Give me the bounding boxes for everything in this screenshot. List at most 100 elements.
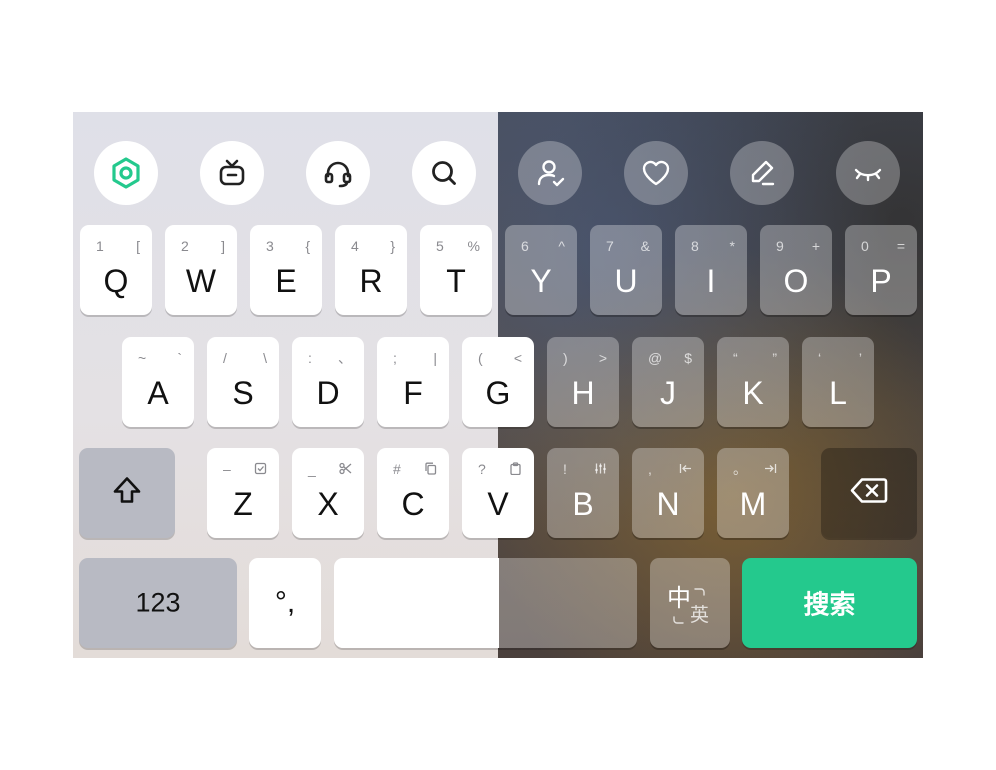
key-label: M xyxy=(739,486,767,522)
user-edit-icon[interactable] xyxy=(518,141,582,205)
search-icon[interactable] xyxy=(412,141,476,205)
key-symbol: 3 xyxy=(266,238,274,254)
key-a[interactable]: ~ ` A xyxy=(122,337,194,427)
key-symbol: } xyxy=(390,238,395,254)
key-k[interactable]: “ ” K xyxy=(717,337,789,427)
cursor-end-icon xyxy=(764,462,777,477)
key-b[interactable]: ! B xyxy=(547,448,619,538)
key-h[interactable]: ) > H xyxy=(547,337,619,427)
key-y[interactable]: 6 ^ Y xyxy=(505,225,577,315)
key-symbol: % xyxy=(467,238,480,254)
space-key[interactable] xyxy=(334,558,637,648)
headset-icon[interactable] xyxy=(306,141,370,205)
numbers-key[interactable]: 123 xyxy=(79,558,237,648)
key-label: X xyxy=(317,486,339,522)
key-s[interactable]: / \ S xyxy=(207,337,279,427)
key-symbol: 0 xyxy=(861,238,869,254)
search-key-label: 搜索 xyxy=(803,589,856,620)
key-label: H xyxy=(571,375,595,411)
pen-icon[interactable] xyxy=(730,141,794,205)
key-symbol: @ xyxy=(648,350,663,366)
key-symbol: { xyxy=(305,238,310,254)
key-symbol: + xyxy=(811,238,820,254)
shift-key[interactable] xyxy=(79,448,175,538)
key-symbol: 。 xyxy=(733,461,747,477)
key-symbol: ) xyxy=(563,350,568,366)
key-symbol: / xyxy=(223,350,227,366)
key-symbol: 、 xyxy=(338,350,352,366)
key-symbol: , xyxy=(648,461,652,477)
key-symbol: – xyxy=(223,461,231,477)
eye-closed-icon[interactable] xyxy=(836,141,900,205)
key-symbol: 2 xyxy=(181,238,189,254)
key-symbol: & xyxy=(640,238,650,254)
key-f[interactable]: ; | F xyxy=(377,337,449,427)
key-i[interactable]: 8 * I xyxy=(675,225,747,315)
punctuation-key-label: °, xyxy=(274,586,296,619)
key-symbol: : xyxy=(308,350,312,366)
key-symbol: 1 xyxy=(96,238,104,254)
key-c[interactable]: # C xyxy=(377,448,449,538)
switch-arrow-icon xyxy=(694,584,706,602)
key-n[interactable]: , N xyxy=(632,448,704,538)
heart-icon[interactable] xyxy=(624,141,688,205)
key-label: Y xyxy=(530,263,552,299)
switch-arrow-icon xyxy=(672,612,684,630)
key-w[interactable]: 2] W xyxy=(165,225,237,315)
key-symbol: # xyxy=(393,461,401,477)
key-label: A xyxy=(147,375,169,411)
key-label: C xyxy=(401,486,425,522)
key-label: U xyxy=(614,263,638,299)
key-o[interactable]: 9 + O xyxy=(760,225,832,315)
key-v[interactable]: ? V xyxy=(462,448,534,538)
key-symbol: 4 xyxy=(351,238,359,254)
language-primary-label: 中 xyxy=(667,585,691,612)
key-symbol: = xyxy=(896,238,905,254)
tv-icon[interactable] xyxy=(200,141,264,205)
key-label: V xyxy=(487,486,509,522)
key-e[interactable]: 3 { E xyxy=(250,225,322,315)
key-j[interactable]: @ $ J xyxy=(632,337,704,427)
key-label: L xyxy=(829,375,847,411)
key-label: N xyxy=(656,486,680,522)
key-label: Z xyxy=(233,486,253,522)
key-d[interactable]: : 、 D xyxy=(292,337,364,427)
key-symbol: 5 xyxy=(436,238,444,254)
key-symbol: ” xyxy=(772,350,777,366)
key-t[interactable]: 5% T xyxy=(420,225,492,315)
key-label: D xyxy=(316,375,340,411)
key-symbol: < xyxy=(513,350,522,366)
backspace-icon xyxy=(821,476,917,511)
key-label: G xyxy=(485,375,511,411)
key-symbol: ^ xyxy=(558,238,565,254)
key-z[interactable]: – Z xyxy=(207,448,279,538)
key-x[interactable]: _ X xyxy=(292,448,364,538)
key-q[interactable]: 1 [ Q xyxy=(80,225,152,315)
key-symbol: ‘ xyxy=(818,350,822,366)
key-label: J xyxy=(660,375,676,411)
key-label: S xyxy=(232,375,254,411)
key-label: I xyxy=(706,263,716,299)
key-symbol: | xyxy=(433,350,437,366)
key-label: P xyxy=(870,263,892,299)
select-all-icon xyxy=(254,462,267,477)
key-symbol: * xyxy=(729,238,735,254)
backspace-key[interactable] xyxy=(821,448,917,538)
key-symbol: _ xyxy=(308,461,316,477)
language-secondary-label: 英 xyxy=(690,605,710,626)
key-label: F xyxy=(403,375,423,411)
key-m[interactable]: 。 M xyxy=(717,448,789,538)
key-g[interactable]: (< G xyxy=(462,337,534,427)
key-u[interactable]: 7 & U xyxy=(590,225,662,315)
key-symbol: ? xyxy=(478,461,486,477)
key-l[interactable]: ‘ ’ L xyxy=(802,337,874,427)
key-label: T xyxy=(446,263,466,299)
punctuation-key[interactable]: °, xyxy=(249,558,321,648)
key-r[interactable]: 4} R xyxy=(335,225,407,315)
key-p[interactable]: 0 = P xyxy=(845,225,917,315)
app-logo-icon[interactable] xyxy=(94,141,158,205)
search-key[interactable]: 搜索 xyxy=(742,558,917,648)
numbers-key-label: 123 xyxy=(135,587,181,618)
language-switch-key[interactable]: 中 英 xyxy=(650,558,730,648)
key-symbol: ’ xyxy=(858,350,862,366)
